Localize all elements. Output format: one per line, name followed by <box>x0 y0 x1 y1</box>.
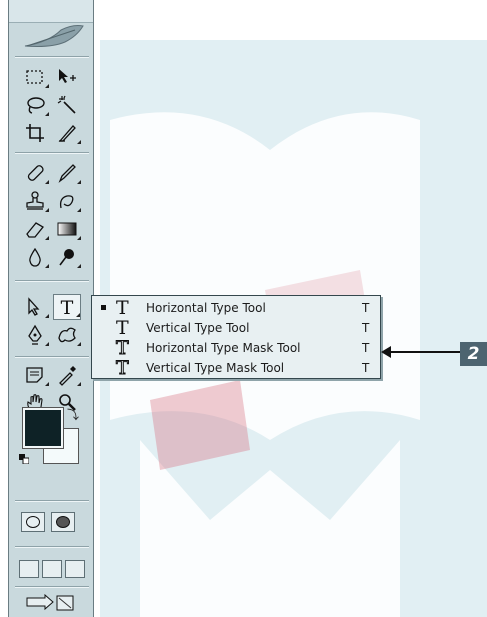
shortcut-key: T <box>362 301 370 315</box>
marquee-icon <box>26 70 43 84</box>
swap-colors-icon[interactable]: ⤵ <box>67 406 79 423</box>
full-screen-menu-mode-button[interactable] <box>42 560 62 578</box>
flyout-item-label: Horizontal Type Mask Tool <box>146 341 301 355</box>
flyout-item-vertical-type-mask-tool[interactable]: T Vertical Type Mask Tool T <box>92 357 380 379</box>
quick-mask-mode-button[interactable] <box>51 512 75 532</box>
slice-icon <box>58 125 76 142</box>
shortcut-key: T <box>362 361 370 375</box>
horizontal-type-icon: T <box>116 297 129 319</box>
magic-wand-tool[interactable] <box>53 92 81 118</box>
toolbox-divider <box>15 546 89 548</box>
stamp-icon <box>26 191 44 210</box>
shortcut-key: T <box>362 321 370 335</box>
rectangular-marquee-tool[interactable] <box>21 64 49 90</box>
eraser-icon <box>26 222 44 238</box>
blur-tool[interactable] <box>21 244 49 270</box>
full-screen-mode-button[interactable] <box>65 560 85 578</box>
eyedropper-tool[interactable] <box>53 362 81 388</box>
horizontal-type-mask-icon: T <box>116 337 130 359</box>
gradient-tool[interactable] <box>53 216 81 242</box>
type-tool-flyout-menu: T Horizontal Type Tool T T Vertical Type… <box>91 295 381 379</box>
toolbox-divider <box>15 280 89 282</box>
path-selection-tool[interactable] <box>21 294 49 320</box>
slice-tool[interactable] <box>53 120 81 146</box>
foreground-color-swatch[interactable] <box>22 407 64 449</box>
type-tool[interactable]: T <box>53 294 81 320</box>
callout-arrow-line <box>388 351 460 353</box>
healing-brush-tool[interactable] <box>21 160 49 186</box>
toolbox-divider <box>15 500 89 502</box>
jump-to-imageready-icon[interactable] <box>25 594 77 612</box>
crop-icon <box>26 124 44 142</box>
default-colors-icon[interactable] <box>19 454 29 464</box>
eraser-tool[interactable] <box>21 216 49 242</box>
history-brush-tool[interactable] <box>53 188 81 214</box>
toolbox-divider <box>15 56 89 58</box>
pen-tool[interactable] <box>21 322 49 348</box>
toolbox-divider <box>15 152 89 154</box>
crop-tool[interactable] <box>21 120 49 146</box>
arrow-icon <box>28 297 40 316</box>
standard-screen-mode-button[interactable] <box>19 560 39 578</box>
toolbox-title-bar[interactable] <box>9 0 93 23</box>
feather-logo-icon[interactable] <box>21 24 85 50</box>
move-icon <box>59 69 76 83</box>
clone-stamp-tool[interactable] <box>21 188 49 214</box>
dodge-tool[interactable] <box>53 244 81 270</box>
callout-arrow-head-icon <box>381 346 391 358</box>
step-number-badge: 2 <box>460 342 487 366</box>
lasso-icon <box>27 97 45 114</box>
brush-tool[interactable] <box>53 160 81 186</box>
shape-icon <box>58 327 76 343</box>
selected-indicator <box>101 305 106 310</box>
notes-icon <box>26 367 43 383</box>
notes-tool[interactable] <box>21 362 49 388</box>
brush-icon <box>58 164 76 183</box>
vertical-type-icon: T <box>116 317 129 339</box>
flyout-item-horizontal-type-tool[interactable]: T Horizontal Type Tool T <box>92 298 380 318</box>
bandage-icon <box>27 165 44 181</box>
toolbox-divider <box>15 586 89 588</box>
type-icon: T <box>61 297 74 318</box>
history-brush-icon <box>59 195 74 209</box>
dodge-icon <box>59 249 74 266</box>
flyout-item-label: Vertical Type Tool <box>146 321 250 335</box>
flyout-item-label: Vertical Type Mask Tool <box>146 361 285 375</box>
flyout-item-label: Horizontal Type Tool <box>146 301 266 315</box>
gradient-icon <box>57 222 77 236</box>
drop-icon <box>29 247 41 267</box>
toolbox-panel: T ⤵ <box>8 0 94 617</box>
toolbox-divider <box>15 356 89 358</box>
flyout-item-vertical-type-tool[interactable]: T Vertical Type Tool T <box>92 318 380 338</box>
custom-shape-tool[interactable] <box>53 322 81 348</box>
eyedropper-icon <box>59 366 76 386</box>
svg-text:T: T <box>61 297 74 318</box>
magic-wand-icon <box>57 95 76 114</box>
flyout-item-horizontal-type-mask-tool[interactable]: T Horizontal Type Mask Tool T <box>92 337 380 359</box>
vertical-type-mask-icon: T <box>116 357 130 379</box>
shortcut-key: T <box>362 341 370 355</box>
move-tool[interactable] <box>53 64 81 90</box>
standard-mode-button[interactable] <box>21 512 45 532</box>
lasso-tool[interactable] <box>21 92 49 118</box>
pen-icon <box>28 324 42 345</box>
